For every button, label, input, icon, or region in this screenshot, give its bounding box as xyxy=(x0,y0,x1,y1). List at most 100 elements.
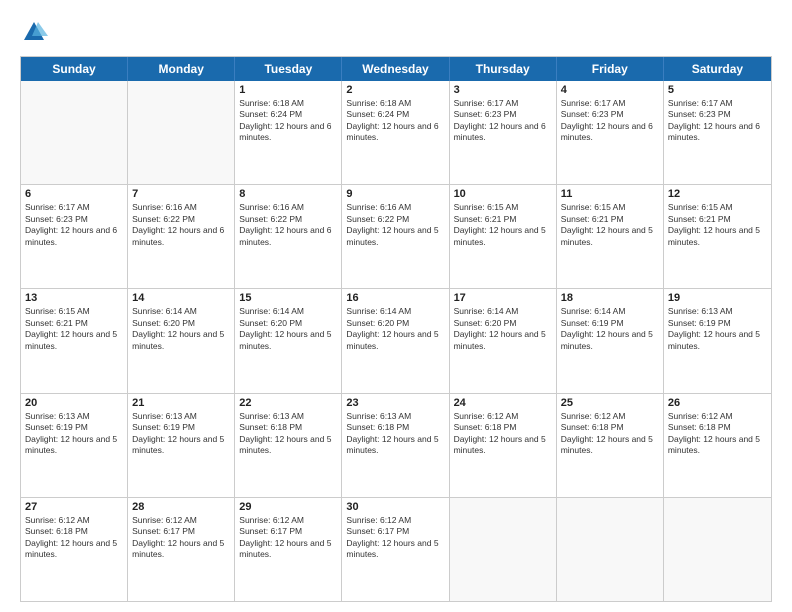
cal-cell: 26 Sunrise: 6:12 AM Sunset: 6:18 PM Dayli… xyxy=(664,394,771,497)
cal-cell: 6 Sunrise: 6:17 AM Sunset: 6:23 PM Daylig… xyxy=(21,185,128,288)
day-number: 14 xyxy=(132,292,230,304)
day-number: 6 xyxy=(25,188,123,200)
day-number: 27 xyxy=(25,501,123,513)
cal-row: 6 Sunrise: 6:17 AM Sunset: 6:23 PM Daylig… xyxy=(21,185,771,289)
cell-text: Sunrise: 6:12 AM Sunset: 6:17 PM Dayligh… xyxy=(346,515,444,561)
cell-text: Sunrise: 6:13 AM Sunset: 6:19 PM Dayligh… xyxy=(668,306,767,352)
cell-text: Sunrise: 6:14 AM Sunset: 6:20 PM Dayligh… xyxy=(239,306,337,352)
cell-text: Sunrise: 6:14 AM Sunset: 6:19 PM Dayligh… xyxy=(561,306,659,352)
calendar-header-row: SundayMondayTuesdayWednesdayThursdayFrid… xyxy=(21,57,771,81)
page: SundayMondayTuesdayWednesdayThursdayFrid… xyxy=(0,0,792,612)
cell-text: Sunrise: 6:17 AM Sunset: 6:23 PM Dayligh… xyxy=(561,98,659,144)
day-number: 21 xyxy=(132,397,230,409)
cal-cell: 3 Sunrise: 6:17 AM Sunset: 6:23 PM Daylig… xyxy=(450,81,557,184)
day-number: 12 xyxy=(668,188,767,200)
cal-cell: 24 Sunrise: 6:12 AM Sunset: 6:18 PM Dayli… xyxy=(450,394,557,497)
cal-cell: 8Sunrise: 6:16 AM Sunset: 6:22 PM Daylig… xyxy=(235,185,342,288)
day-number: 13 xyxy=(25,292,123,304)
day-number: 19 xyxy=(668,292,767,304)
cell-text: Sunrise: 6:17 AM Sunset: 6:23 PM Dayligh… xyxy=(25,202,123,248)
cal-cell: 14Sunrise: 6:14 AM Sunset: 6:20 PM Dayli… xyxy=(128,289,235,392)
logo xyxy=(20,18,52,46)
cell-text: Sunrise: 6:17 AM Sunset: 6:23 PM Dayligh… xyxy=(454,98,552,144)
cal-cell: 12Sunrise: 6:15 AM Sunset: 6:21 PM Dayli… xyxy=(664,185,771,288)
cal-cell: 17Sunrise: 6:14 AM Sunset: 6:20 PM Dayli… xyxy=(450,289,557,392)
header xyxy=(20,18,772,46)
day-number: 16 xyxy=(346,292,444,304)
cell-text: Sunrise: 6:12 AM Sunset: 6:18 PM Dayligh… xyxy=(561,411,659,457)
cell-text: Sunrise: 6:18 AM Sunset: 6:24 PM Dayligh… xyxy=(346,98,444,144)
day-number: 7 xyxy=(132,188,230,200)
day-number: 4 xyxy=(561,84,659,96)
day-number: 15 xyxy=(239,292,337,304)
cal-cell: 10 Sunrise: 6:15 AM Sunset: 6:21 PM Dayli… xyxy=(450,185,557,288)
calendar: SundayMondayTuesdayWednesdayThursdayFrid… xyxy=(20,56,772,602)
cal-cell: 15 Sunrise: 6:14 AM Sunset: 6:20 PM Dayli… xyxy=(235,289,342,392)
cal-cell: 27 Sunrise: 6:12 AM Sunset: 6:18 PM Dayli… xyxy=(21,498,128,601)
cal-header-cell: Tuesday xyxy=(235,57,342,81)
cal-cell: 18 Sunrise: 6:14 AM Sunset: 6:19 PM Dayli… xyxy=(557,289,664,392)
calendar-body: 1 Sunrise: 6:18 AM Sunset: 6:24 PM Daylig… xyxy=(21,81,771,601)
cal-cell: 19 Sunrise: 6:13 AM Sunset: 6:19 PM Dayli… xyxy=(664,289,771,392)
logo-icon xyxy=(20,18,48,46)
cell-text: Sunrise: 6:12 AM Sunset: 6:18 PM Dayligh… xyxy=(454,411,552,457)
cal-header-cell: Sunday xyxy=(21,57,128,81)
day-number: 18 xyxy=(561,292,659,304)
day-number: 29 xyxy=(239,501,337,513)
cal-row: 20 Sunrise: 6:13 AM Sunset: 6:19 PM Dayli… xyxy=(21,394,771,498)
day-number: 1 xyxy=(239,84,337,96)
cal-cell: 21 Sunrise: 6:13 AM Sunset: 6:19 PM Dayli… xyxy=(128,394,235,497)
day-number: 30 xyxy=(346,501,444,513)
cal-header-cell: Saturday xyxy=(664,57,771,81)
day-number: 10 xyxy=(454,188,552,200)
cal-header-cell: Monday xyxy=(128,57,235,81)
cell-text: Sunrise: 6:15 AM Sunset: 6:21 PM Dayligh… xyxy=(561,202,659,248)
cal-cell xyxy=(21,81,128,184)
cal-cell: 28Sunrise: 6:12 AM Sunset: 6:17 PM Dayli… xyxy=(128,498,235,601)
cal-cell: 2 Sunrise: 6:18 AM Sunset: 6:24 PM Daylig… xyxy=(342,81,449,184)
day-number: 24 xyxy=(454,397,552,409)
cal-cell: 23 Sunrise: 6:13 AM Sunset: 6:18 PM Dayli… xyxy=(342,394,449,497)
cell-text: Sunrise: 6:15 AM Sunset: 6:21 PM Dayligh… xyxy=(25,306,123,352)
cal-cell: 25 Sunrise: 6:12 AM Sunset: 6:18 PM Dayli… xyxy=(557,394,664,497)
day-number: 11 xyxy=(561,188,659,200)
cal-cell: 22Sunrise: 6:13 AM Sunset: 6:18 PM Dayli… xyxy=(235,394,342,497)
cell-text: Sunrise: 6:14 AM Sunset: 6:20 PM Dayligh… xyxy=(346,306,444,352)
cal-header-cell: Friday xyxy=(557,57,664,81)
cal-header-cell: Thursday xyxy=(450,57,557,81)
day-number: 23 xyxy=(346,397,444,409)
cell-text: Sunrise: 6:15 AM Sunset: 6:21 PM Dayligh… xyxy=(454,202,552,248)
cal-cell xyxy=(128,81,235,184)
cal-cell xyxy=(557,498,664,601)
day-number: 3 xyxy=(454,84,552,96)
day-number: 20 xyxy=(25,397,123,409)
day-number: 5 xyxy=(668,84,767,96)
cal-cell: 9 Sunrise: 6:16 AM Sunset: 6:22 PM Daylig… xyxy=(342,185,449,288)
day-number: 28 xyxy=(132,501,230,513)
cell-text: Sunrise: 6:12 AM Sunset: 6:18 PM Dayligh… xyxy=(668,411,767,457)
cal-cell xyxy=(664,498,771,601)
cell-text: Sunrise: 6:12 AM Sunset: 6:18 PM Dayligh… xyxy=(25,515,123,561)
cell-text: Sunrise: 6:17 AM Sunset: 6:23 PM Dayligh… xyxy=(668,98,767,144)
cal-cell: 20Sunrise: 6:13 AM Sunset: 6:19 PM Dayli… xyxy=(21,394,128,497)
cal-row: 27 Sunrise: 6:12 AM Sunset: 6:18 PM Dayli… xyxy=(21,498,771,601)
day-number: 25 xyxy=(561,397,659,409)
cal-cell: 4 Sunrise: 6:17 AM Sunset: 6:23 PM Daylig… xyxy=(557,81,664,184)
cal-cell: 7Sunrise: 6:16 AM Sunset: 6:22 PM Daylig… xyxy=(128,185,235,288)
cal-cell xyxy=(450,498,557,601)
day-number: 26 xyxy=(668,397,767,409)
cal-cell: 29Sunrise: 6:12 AM Sunset: 6:17 PM Dayli… xyxy=(235,498,342,601)
cal-cell: 30 Sunrise: 6:12 AM Sunset: 6:17 PM Dayli… xyxy=(342,498,449,601)
cell-text: Sunrise: 6:13 AM Sunset: 6:18 PM Dayligh… xyxy=(346,411,444,457)
cell-text: Sunrise: 6:13 AM Sunset: 6:18 PM Dayligh… xyxy=(239,411,337,457)
cell-text: Sunrise: 6:18 AM Sunset: 6:24 PM Dayligh… xyxy=(239,98,337,144)
day-number: 2 xyxy=(346,84,444,96)
cal-cell: 13 Sunrise: 6:15 AM Sunset: 6:21 PM Dayli… xyxy=(21,289,128,392)
day-number: 9 xyxy=(346,188,444,200)
cal-cell: 16 Sunrise: 6:14 AM Sunset: 6:20 PM Dayli… xyxy=(342,289,449,392)
cell-text: Sunrise: 6:16 AM Sunset: 6:22 PM Dayligh… xyxy=(346,202,444,248)
cal-cell: 5 Sunrise: 6:17 AM Sunset: 6:23 PM Daylig… xyxy=(664,81,771,184)
cal-cell: 1 Sunrise: 6:18 AM Sunset: 6:24 PM Daylig… xyxy=(235,81,342,184)
cal-header-cell: Wednesday xyxy=(342,57,449,81)
cell-text: Sunrise: 6:13 AM Sunset: 6:19 PM Dayligh… xyxy=(132,411,230,457)
